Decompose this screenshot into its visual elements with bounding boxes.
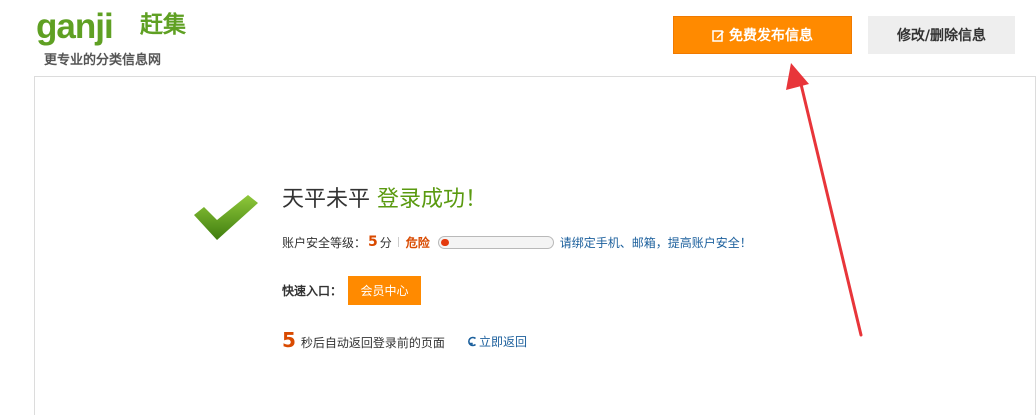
post-button-label: 免费发布信息 bbox=[729, 28, 813, 44]
security-progress-bar bbox=[437, 235, 554, 249]
security-score: 5 bbox=[368, 234, 378, 250]
return-now-label: 立即返回 bbox=[478, 335, 527, 349]
countdown-text: 秒后自动返回登录前的页面 bbox=[300, 336, 445, 350]
username: 天平未平 bbox=[282, 187, 371, 212]
account-security-row: 账户安全等级： 5 分 危险 请绑定手机、邮箱，提高账户安全！ bbox=[282, 232, 752, 252]
login-success-text: 登录成功！ bbox=[377, 187, 488, 212]
security-level: 危险 bbox=[405, 235, 430, 250]
check-icon bbox=[194, 195, 258, 240]
security-label: 账户安全等级： bbox=[282, 235, 367, 250]
member-center-button[interactable]: 会员中心 bbox=[348, 276, 422, 305]
edit-delete-info-button[interactable]: 修改/删除信息 bbox=[868, 16, 1015, 54]
post-free-info-button[interactable]: 免费发布信息 bbox=[673, 16, 852, 54]
logo-latin-text: ganji bbox=[36, 7, 113, 46]
return-icon bbox=[468, 336, 476, 347]
logo-graphic: ganji 赶集 bbox=[36, 7, 187, 46]
countdown-seconds: 5 bbox=[282, 328, 296, 352]
quick-entry-row: 快速入口： 会员中心 bbox=[282, 276, 422, 305]
tagline: 更专业的分类信息网 bbox=[44, 53, 162, 68]
return-now-link[interactable]: 立即返回 bbox=[467, 333, 527, 350]
redirect-countdown: 5 秒后自动返回登录前的页面 立即返回 bbox=[282, 328, 527, 352]
security-progress-fill bbox=[440, 238, 449, 246]
edit-icon bbox=[712, 29, 725, 42]
bind-phone-email-link[interactable]: 请绑定手机、邮箱，提高账户安全！ bbox=[560, 234, 752, 251]
quick-entry-label: 快速入口： bbox=[282, 284, 343, 298]
divider bbox=[397, 237, 399, 247]
welcome-message: 天平未平 登录成功！ bbox=[282, 181, 487, 213]
security-score-unit: 分 bbox=[379, 235, 392, 250]
logo-chinese-text: 赶集 bbox=[140, 11, 187, 38]
